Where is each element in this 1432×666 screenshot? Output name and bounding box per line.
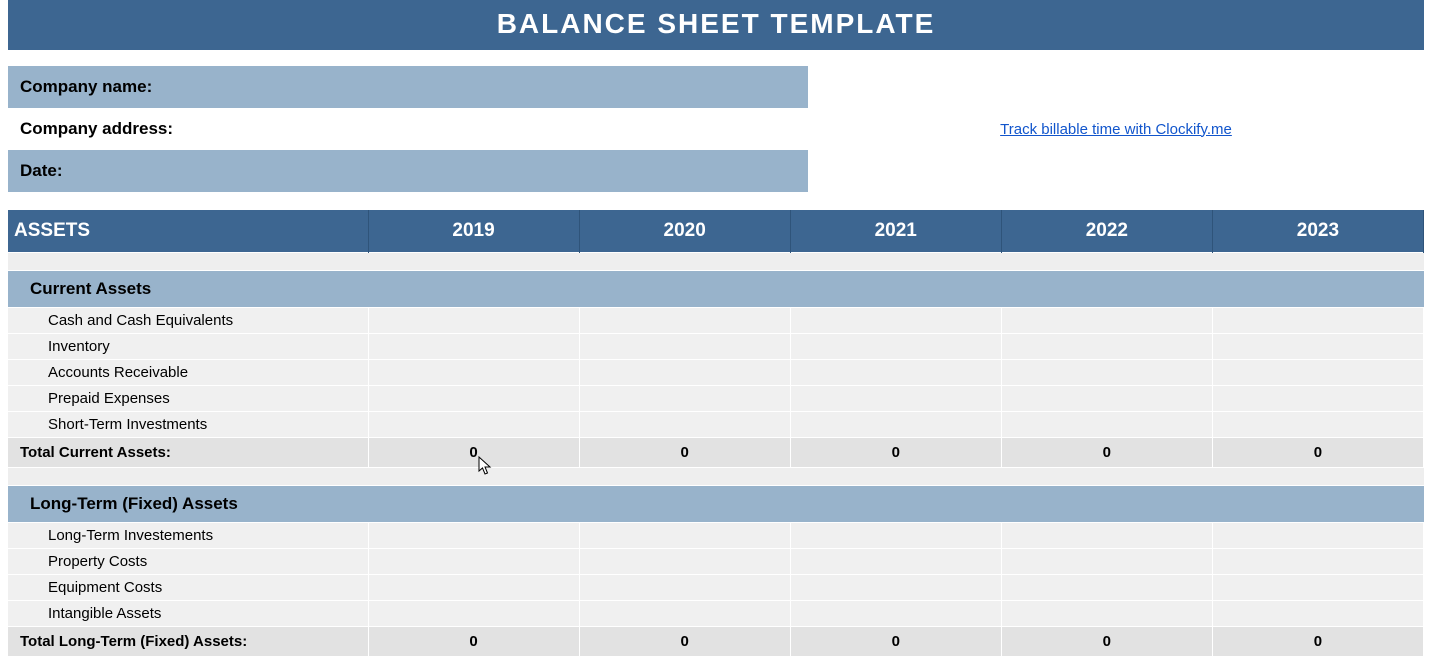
total-long-term-assets-row: Total Long-Term (Fixed) Assets: 0 0 0 0 … (8, 627, 1424, 657)
row-label: Accounts Receivable (8, 360, 368, 386)
table-row[interactable]: Prepaid Expenses (8, 386, 1424, 412)
row-label: Inventory (8, 334, 368, 360)
company-info-block: Company name: Company address: Track bil… (8, 66, 1424, 192)
table-row[interactable]: Long-Term Investements (8, 523, 1424, 549)
table-row[interactable]: Short-Term Investments (8, 412, 1424, 438)
page-title: BALANCE SHEET TEMPLATE (8, 0, 1424, 50)
row-label: Cash and Cash Equivalents (8, 308, 368, 334)
company-name-label[interactable]: Company name: (8, 66, 808, 108)
total-label: Total Long-Term (Fixed) Assets: (8, 627, 368, 657)
table-row[interactable]: Cash and Cash Equivalents (8, 308, 1424, 334)
date-label[interactable]: Date: (8, 150, 808, 192)
row-label: Short-Term Investments (8, 412, 368, 438)
col-year-2023: 2023 (1212, 210, 1423, 253)
total-current-assets-row: Total Current Assets: 0 0 0 0 0 (8, 438, 1424, 468)
table-header-row: ASSETS 2019 2020 2021 2022 2023 (8, 210, 1424, 253)
row-label: Long-Term Investements (8, 523, 368, 549)
col-year-2022: 2022 (1001, 210, 1212, 253)
table-row[interactable]: Equipment Costs (8, 575, 1424, 601)
col-year-2020: 2020 (579, 210, 790, 253)
long-term-assets-header: Long-Term (Fixed) Assets (8, 486, 1424, 523)
table-row[interactable]: Intangible Assets (8, 601, 1424, 627)
assets-table[interactable]: ASSETS 2019 2020 2021 2022 2023 Current … (8, 210, 1424, 656)
clockify-link[interactable]: Track billable time with Clockify.me (1000, 121, 1232, 138)
section-header-assets: ASSETS (8, 210, 368, 253)
row-label: Equipment Costs (8, 575, 368, 601)
table-row[interactable]: Property Costs (8, 549, 1424, 575)
col-year-2019: 2019 (368, 210, 579, 253)
current-assets-header: Current Assets (8, 271, 1424, 308)
row-label: Property Costs (8, 549, 368, 575)
table-row[interactable]: Inventory (8, 334, 1424, 360)
row-label: Prepaid Expenses (8, 386, 368, 412)
total-label: Total Current Assets: (8, 438, 368, 468)
table-row[interactable]: Accounts Receivable (8, 360, 1424, 386)
company-address-label[interactable]: Company address: (8, 108, 808, 150)
row-label: Intangible Assets (8, 601, 368, 627)
col-year-2021: 2021 (790, 210, 1001, 253)
